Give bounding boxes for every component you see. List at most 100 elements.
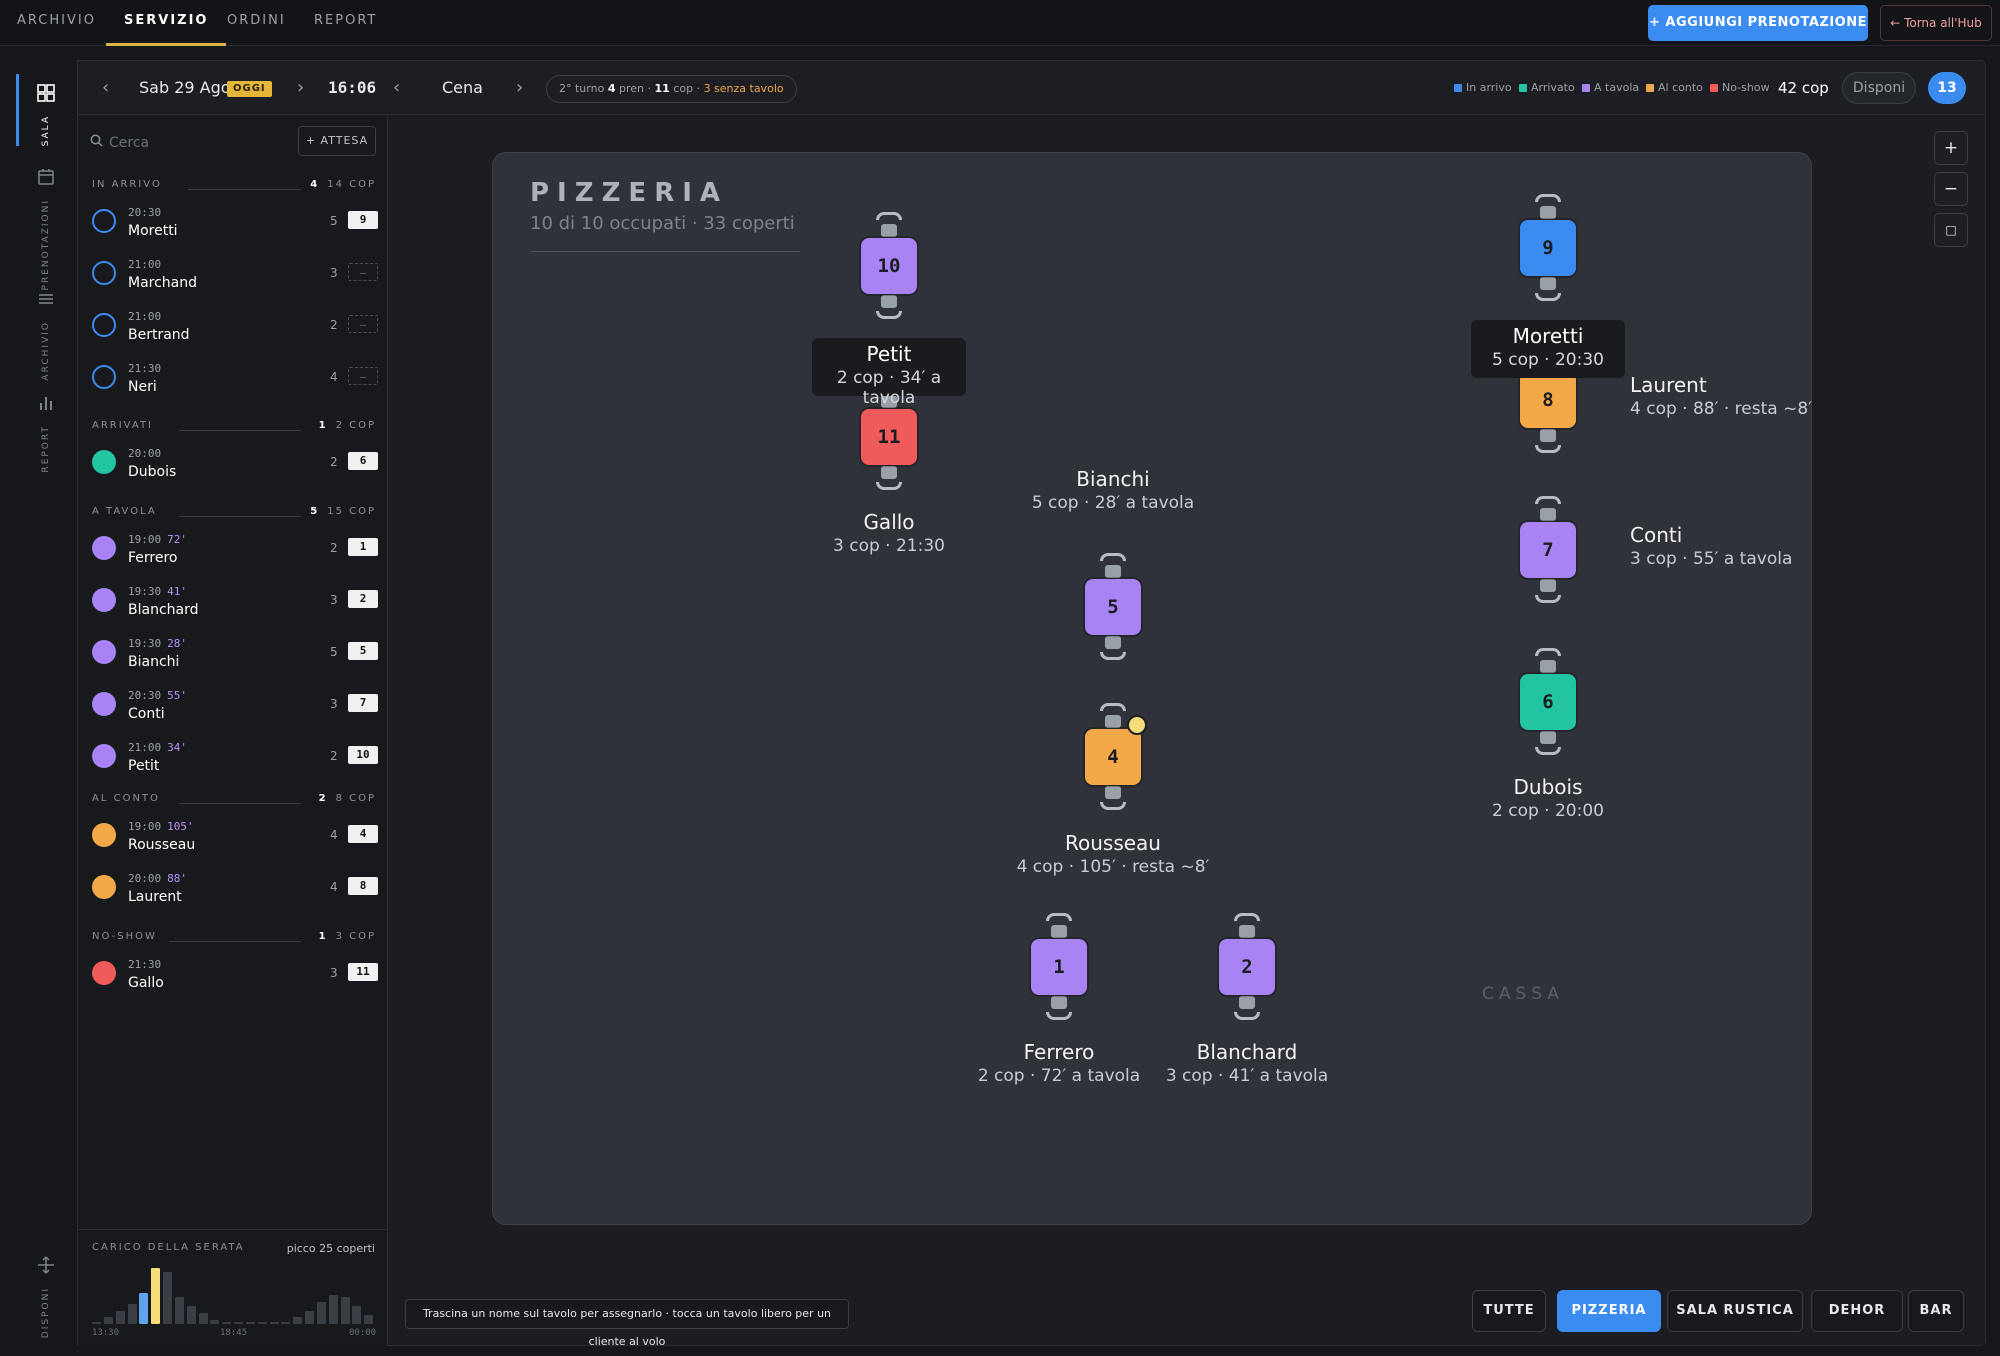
section-count-value: 5 <box>310 506 320 517</box>
table-label: Conti 3 cop · 55′ a tavola <box>1630 523 1890 569</box>
label-guest-info: 4 cop · 105′ · resta ~8′ <box>1016 857 1210 877</box>
table-tooltip: Moretti 5 cop · 20:30 <box>1471 320 1625 378</box>
reservation-item[interactable]: 19:30 28' Bianchi 5 5 <box>92 628 378 680</box>
load-bar <box>352 1306 362 1324</box>
table-4[interactable]: 4 <box>1085 729 1141 785</box>
legend-al-conto: Al conto <box>1646 61 1703 115</box>
legend-label: No-show <box>1722 81 1770 94</box>
elapsed-minutes: 88' <box>167 872 187 885</box>
reservation-item[interactable]: 19:30 41' Blanchard 3 2 <box>92 576 378 628</box>
table-badge[interactable]: 9 <box>348 211 378 229</box>
chair <box>1105 636 1121 649</box>
legend-label: In arrivo <box>1466 81 1512 94</box>
current-time: 16:06 <box>328 78 377 97</box>
reservation-item[interactable]: 20:30 Moretti 5 9 <box>92 197 378 249</box>
table-7[interactable]: 7 <box>1520 522 1576 578</box>
disponi-button[interactable]: Disponi <box>1842 72 1916 104</box>
label-guest-name: Laurent <box>1630 373 1707 397</box>
table-badge[interactable]: 8 <box>348 877 378 895</box>
reservation-time: 20:30 55' <box>128 689 187 702</box>
table-badge[interactable]: 1 <box>348 538 378 556</box>
count-badge[interactable]: 13 <box>1928 72 1966 104</box>
reservation-item[interactable]: 20:30 55' Conti 3 7 <box>92 680 378 732</box>
room-tab-tutte[interactable]: TUTTE <box>1472 1290 1546 1332</box>
reservation-item[interactable]: 19:00 105' Rousseau 4 4 <box>92 811 378 863</box>
evening-load-chart: CARICO DELLA SERATA picco 25 coperti 13:… <box>78 1229 387 1345</box>
next-date-button[interactable]: › <box>297 61 304 115</box>
time-value: 21:30 <box>128 958 162 971</box>
reservation-item[interactable]: 21:30 Gallo 3 11 <box>92 949 378 1001</box>
table-badge[interactable]: – <box>348 263 378 281</box>
room-tab-bar[interactable]: BAR <box>1908 1290 1964 1332</box>
reservation-item[interactable]: 21:00 Marchand 3– <box>92 249 378 301</box>
reservation-item[interactable]: 20:00 88' Laurent 4 8 <box>92 863 378 915</box>
reservation-time: 20:00 88' <box>128 872 187 885</box>
tab-report[interactable]: REPORT <box>314 0 377 46</box>
add-reservation-button[interactable]: + AGGIUNGI PRENOTAZIONE <box>1648 5 1868 41</box>
table-badge[interactable]: 2 <box>348 590 378 608</box>
table-8[interactable]: 8 <box>1520 372 1576 428</box>
load-bar <box>115 1310 125 1324</box>
rail-item-disponi[interactable]: DISPONI <box>16 1246 76 1338</box>
label-guest-info: 2 cop · 34′ a tavola <box>836 368 942 408</box>
table-11[interactable]: 11 <box>861 409 917 465</box>
add-waitlist-button[interactable]: + ATTESA <box>298 126 376 156</box>
table-badge[interactable]: – <box>348 367 378 385</box>
status-dot <box>92 875 116 899</box>
table-2[interactable]: 2 <box>1219 939 1275 995</box>
rail-item-archivio[interactable]: ARCHIVIO <box>16 280 76 381</box>
room-tab-dehor[interactable]: DEHOR <box>1811 1290 1903 1332</box>
table-badge[interactable]: 11 <box>348 963 378 981</box>
table-5[interactable]: 5 <box>1085 579 1141 635</box>
table-badge[interactable]: 4 <box>348 825 378 843</box>
load-bar <box>127 1303 137 1324</box>
reservation-item[interactable]: 21:30 Neri 4– <box>92 353 378 405</box>
prev-service-button[interactable]: ‹ <box>393 61 400 115</box>
section-divider <box>188 189 301 190</box>
rail-item-sala[interactable]: SALA <box>16 74 76 164</box>
table-badge[interactable]: 6 <box>348 452 378 470</box>
table-1[interactable]: 1 <box>1031 939 1087 995</box>
zoom-out-button[interactable]: − <box>1934 172 1968 206</box>
legend-label: A tavola <box>1594 81 1640 94</box>
load-bar <box>234 1321 243 1324</box>
reservation-time: 21:30 <box>128 362 161 375</box>
room-tab-sala-rustica[interactable]: SALA RUSTICA <box>1667 1290 1803 1332</box>
prev-date-button[interactable]: ‹ <box>102 61 109 115</box>
back-to-hub-button[interactable]: ← Torna all'Hub <box>1880 5 1992 41</box>
tab-ordini[interactable]: ORDINI <box>227 0 286 46</box>
load-tick: 18:45 <box>220 1328 248 1338</box>
label-guest-name: Bianchi <box>1076 467 1150 491</box>
table-badge[interactable]: – <box>348 315 378 333</box>
load-bar <box>245 1321 255 1324</box>
zoom-in-button[interactable]: + <box>1934 131 1968 165</box>
reservation-item[interactable]: 21:00 34' Petit 2 10 <box>92 732 378 784</box>
tab-archivio[interactable]: ARCHIVIO <box>17 0 96 46</box>
top-navigation: ARCHIVIO SERVIZIO ORDINI REPORT + AGGIUN… <box>0 0 2000 46</box>
table-10[interactable]: 10 <box>861 238 917 294</box>
table-9[interactable]: 9 <box>1520 220 1576 276</box>
rail-item-report[interactable]: REPORT <box>16 384 76 474</box>
tab-servizio[interactable]: SERVIZIO <box>106 0 227 46</box>
section-covers: 3 COP <box>335 931 376 942</box>
room-tab-pizzeria[interactable]: PIZZERIA <box>1557 1290 1661 1332</box>
section-count: 4 14 COP <box>310 179 376 190</box>
turn-summary[interactable]: 2° turno 4 pren · 11 cop · 3 senza tavol… <box>546 75 797 103</box>
reservation-item[interactable]: 20:00 Dubois 2 6 <box>92 438 378 490</box>
table-6[interactable]: 6 <box>1520 674 1576 730</box>
search-input[interactable]: Cerca <box>88 126 288 160</box>
load-peak: picco 25 coperti <box>286 1242 375 1255</box>
next-service-button[interactable]: › <box>516 61 523 115</box>
turn-warning: 3 senza tavolo <box>703 82 784 95</box>
elapsed-minutes: 41' <box>167 585 187 598</box>
cover-count: 2 <box>330 455 338 469</box>
table-badge[interactable]: 7 <box>348 694 378 712</box>
table-badge[interactable]: 5 <box>348 642 378 660</box>
table-badge[interactable]: 10 <box>348 746 378 764</box>
reservation-item[interactable]: 19:00 72' Ferrero 2 1 <box>92 524 378 576</box>
rail-item-prenotazioni[interactable]: PRENOTAZIONI <box>16 158 76 290</box>
fit-view-button[interactable]: □ <box>1934 213 1968 247</box>
reservation-item[interactable]: 21:00 Bertrand 2– <box>92 301 378 353</box>
section-divider <box>178 516 301 517</box>
elapsed-minutes: 28' <box>167 637 187 650</box>
